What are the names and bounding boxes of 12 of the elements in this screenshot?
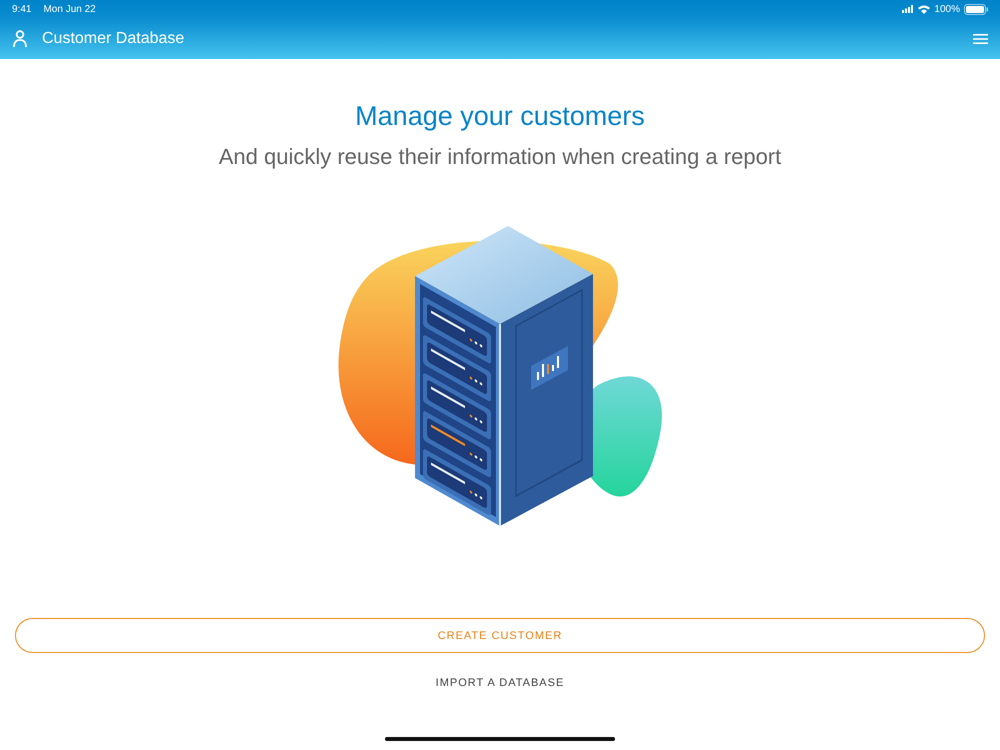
signal-icon: [902, 5, 914, 13]
hero-title: Manage your customers: [355, 101, 645, 132]
status-date: Mon Jun 22: [43, 4, 96, 14]
battery-percent: 100%: [934, 4, 960, 14]
battery-icon: [964, 4, 988, 14]
status-time: 9:41: [12, 4, 32, 14]
app-title: Customer Database: [42, 30, 186, 48]
hero-subtitle: And quickly reuse their information when creating a report: [218, 144, 782, 170]
menu-icon[interactable]: [973, 32, 988, 44]
person-icon[interactable]: [12, 30, 28, 48]
import-database-button[interactable]: IMPORT A DATABASE: [430, 671, 570, 695]
wifi-icon: [918, 4, 930, 14]
